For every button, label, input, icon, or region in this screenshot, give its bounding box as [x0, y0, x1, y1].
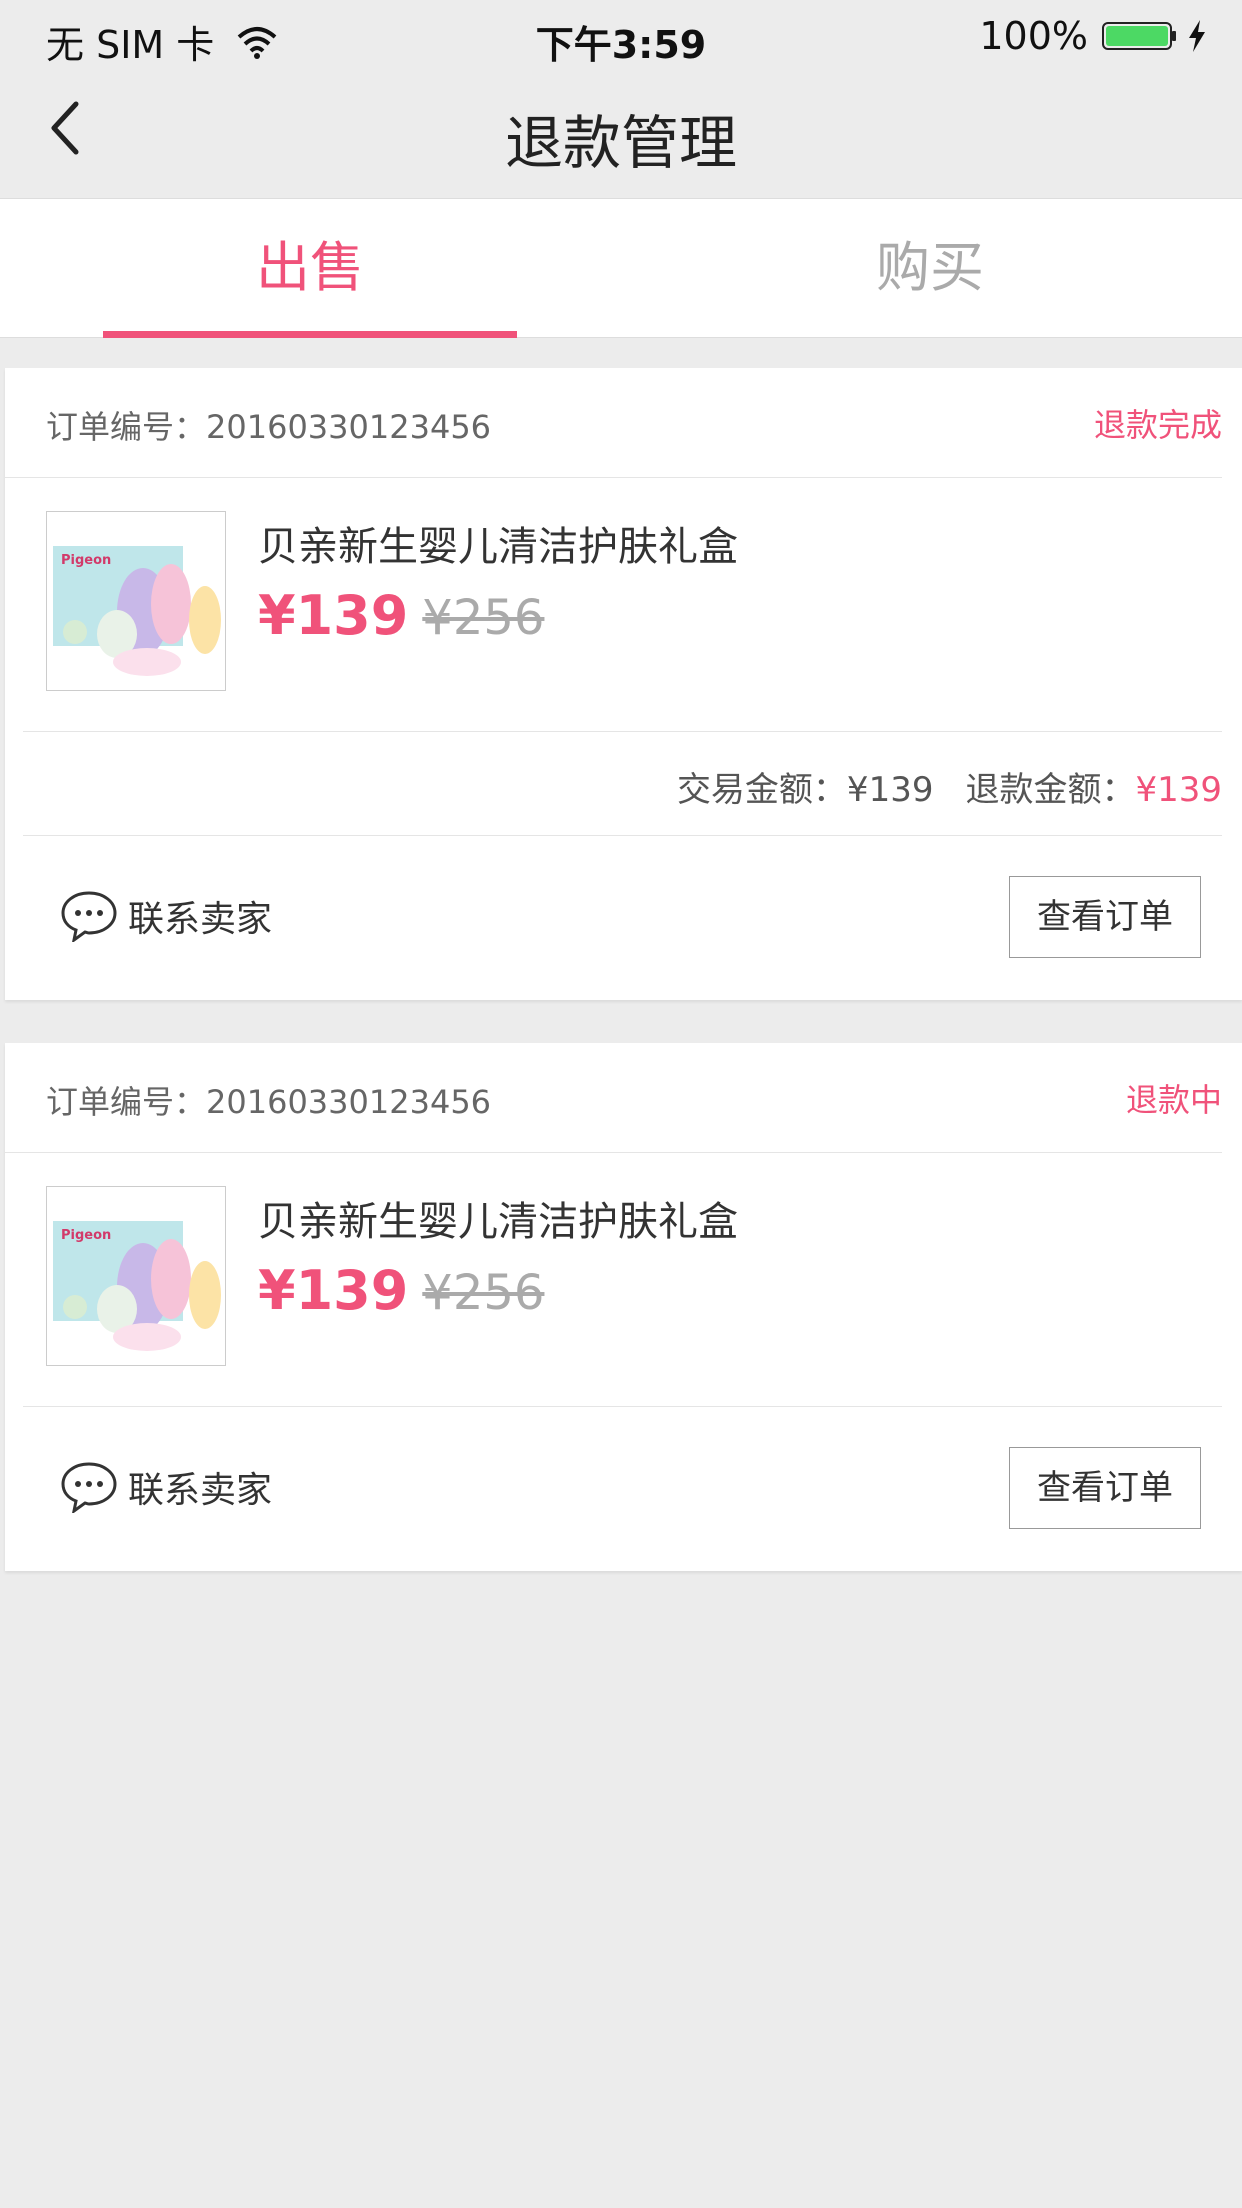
- view-order-button[interactable]: 查看订单: [1009, 876, 1201, 958]
- status-right: 100%: [979, 14, 1208, 58]
- product-image: Pigeon: [47, 512, 225, 690]
- contact-seller-button[interactable]: 联系卖家: [60, 890, 272, 942]
- product-row[interactable]: Pigeon 贝亲新生婴儿清洁护肤礼盒 ¥139 ¥256: [23, 478, 1222, 732]
- sale-price: ¥139: [258, 584, 409, 647]
- price-row: ¥139 ¥256: [258, 1259, 544, 1322]
- product-thumbnail: Pigeon: [46, 1186, 226, 1366]
- chat-bubble-icon: [61, 1462, 117, 1513]
- original-price: ¥256: [422, 1265, 545, 1321]
- contact-seller-label: 联系卖家: [128, 1470, 273, 1511]
- battery-icon: [1102, 22, 1176, 50]
- amount-summary: 交易金额：¥139 退款金额：¥139: [23, 732, 1222, 836]
- tab-buy[interactable]: 购买: [620, 199, 1240, 337]
- order-number: 订单编号：20160330123456: [46, 1083, 492, 1121]
- chat-bubble-icon: [61, 891, 117, 942]
- order-card: 订单编号：20160330123456 退款完成 Pigeon 贝亲新生婴儿清洁…: [5, 368, 1242, 1000]
- tab-bar: 出售 购买: [0, 198, 1242, 338]
- product-name: 贝亲新生婴儿清洁护肤礼盒: [258, 1199, 738, 1245]
- order-header: 订单编号：20160330123456 退款完成: [5, 368, 1222, 478]
- order-header: 订单编号：20160330123456 退款中: [5, 1043, 1222, 1153]
- order-card: 订单编号：20160330123456 退款中 Pigeon 贝亲新生婴儿清洁护…: [5, 1043, 1242, 1571]
- refund-status: 退款完成: [1093, 406, 1222, 444]
- original-price: ¥256: [422, 590, 545, 646]
- page-title: 退款管理: [504, 109, 737, 177]
- order-actions: 联系卖家 查看订单: [5, 1407, 1242, 1571]
- brand-logo: Pigeon: [61, 1228, 111, 1243]
- nav-bar: 退款管理: [0, 72, 1242, 196]
- price-row: ¥139 ¥256: [258, 584, 544, 647]
- contact-seller-label: 联系卖家: [128, 899, 273, 940]
- sale-price: ¥139: [258, 1259, 409, 1322]
- product-image: Pigeon: [47, 1187, 225, 1365]
- active-tab-indicator: [103, 331, 517, 338]
- order-number: 订单编号：20160330123456: [46, 408, 492, 446]
- refund-amount-value: ¥139: [1135, 770, 1222, 810]
- product-name: 贝亲新生婴儿清洁护肤礼盒: [258, 524, 738, 570]
- order-actions: 联系卖家 查看订单: [5, 836, 1242, 1000]
- battery-percent: 100%: [979, 14, 1088, 58]
- tab-sell[interactable]: 出售: [0, 199, 620, 337]
- product-row[interactable]: Pigeon 贝亲新生婴儿清洁护肤礼盒 ¥139 ¥256: [23, 1153, 1222, 1407]
- product-thumbnail: Pigeon: [46, 511, 226, 691]
- view-order-button[interactable]: 查看订单: [1009, 1447, 1201, 1529]
- status-bar: 无 SIM 卡 下午3:59 100%: [0, 0, 1242, 72]
- refund-amount-label: 退款金额：: [965, 770, 1136, 810]
- refund-status: 退款中: [1125, 1081, 1222, 1119]
- contact-seller-button[interactable]: 联系卖家: [60, 1461, 272, 1513]
- brand-logo: Pigeon: [61, 553, 111, 568]
- charging-bolt-icon: [1189, 20, 1205, 52]
- trade-amount: 交易金额：¥139: [676, 770, 934, 810]
